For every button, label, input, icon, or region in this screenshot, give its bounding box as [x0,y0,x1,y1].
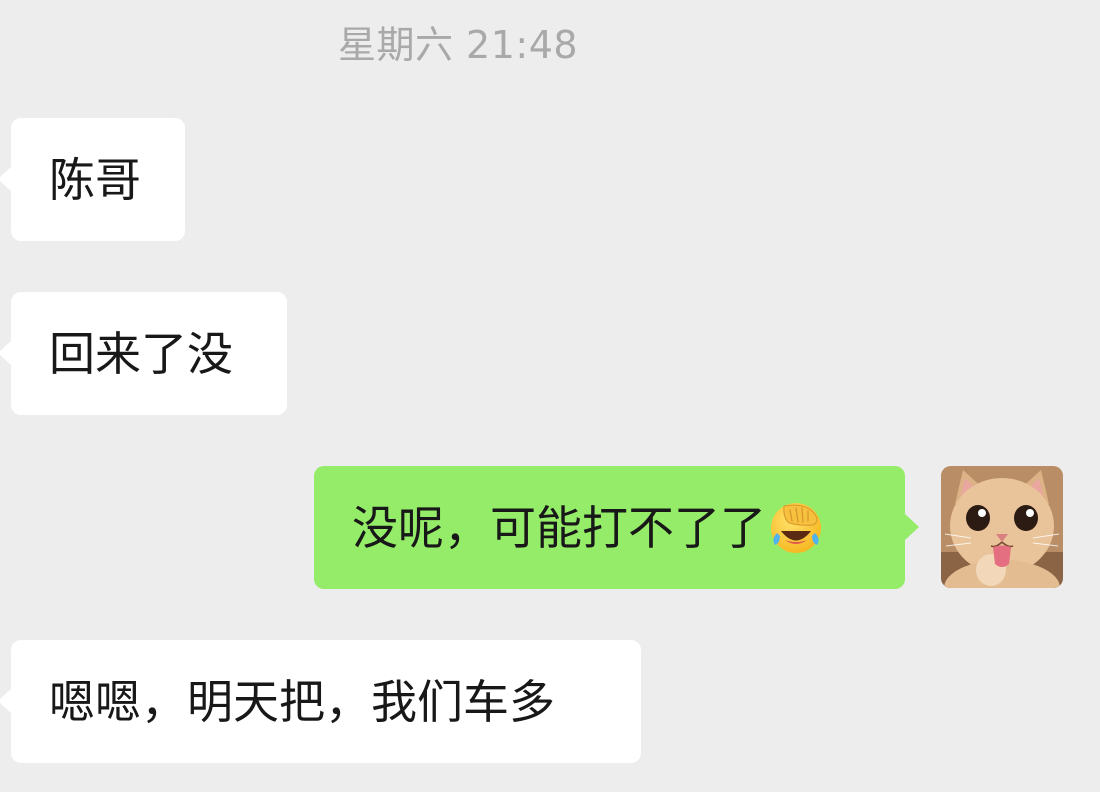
face-palm-laugh-emoji-icon [768,500,824,556]
message-text: 回来了没 [49,326,233,381]
message-text: 没呢，可能打不了了 [352,500,766,555]
cat-avatar-icon[interactable] [941,466,1063,588]
message-text: 嗯嗯，明天把，我们车多 [49,674,555,729]
incoming-message-bubble[interactable]: 回来了没 [0,292,287,415]
message-text: 陈哥 [49,152,141,207]
outgoing-message-bubble[interactable]: 没呢，可能打不了了 [314,466,919,589]
chat-timestamp: 星期六 21:48 [337,23,579,67]
incoming-message-bubble[interactable]: 嗯嗯，明天把，我们车多 [0,640,641,763]
incoming-message-bubble[interactable]: 陈哥 [0,118,185,241]
